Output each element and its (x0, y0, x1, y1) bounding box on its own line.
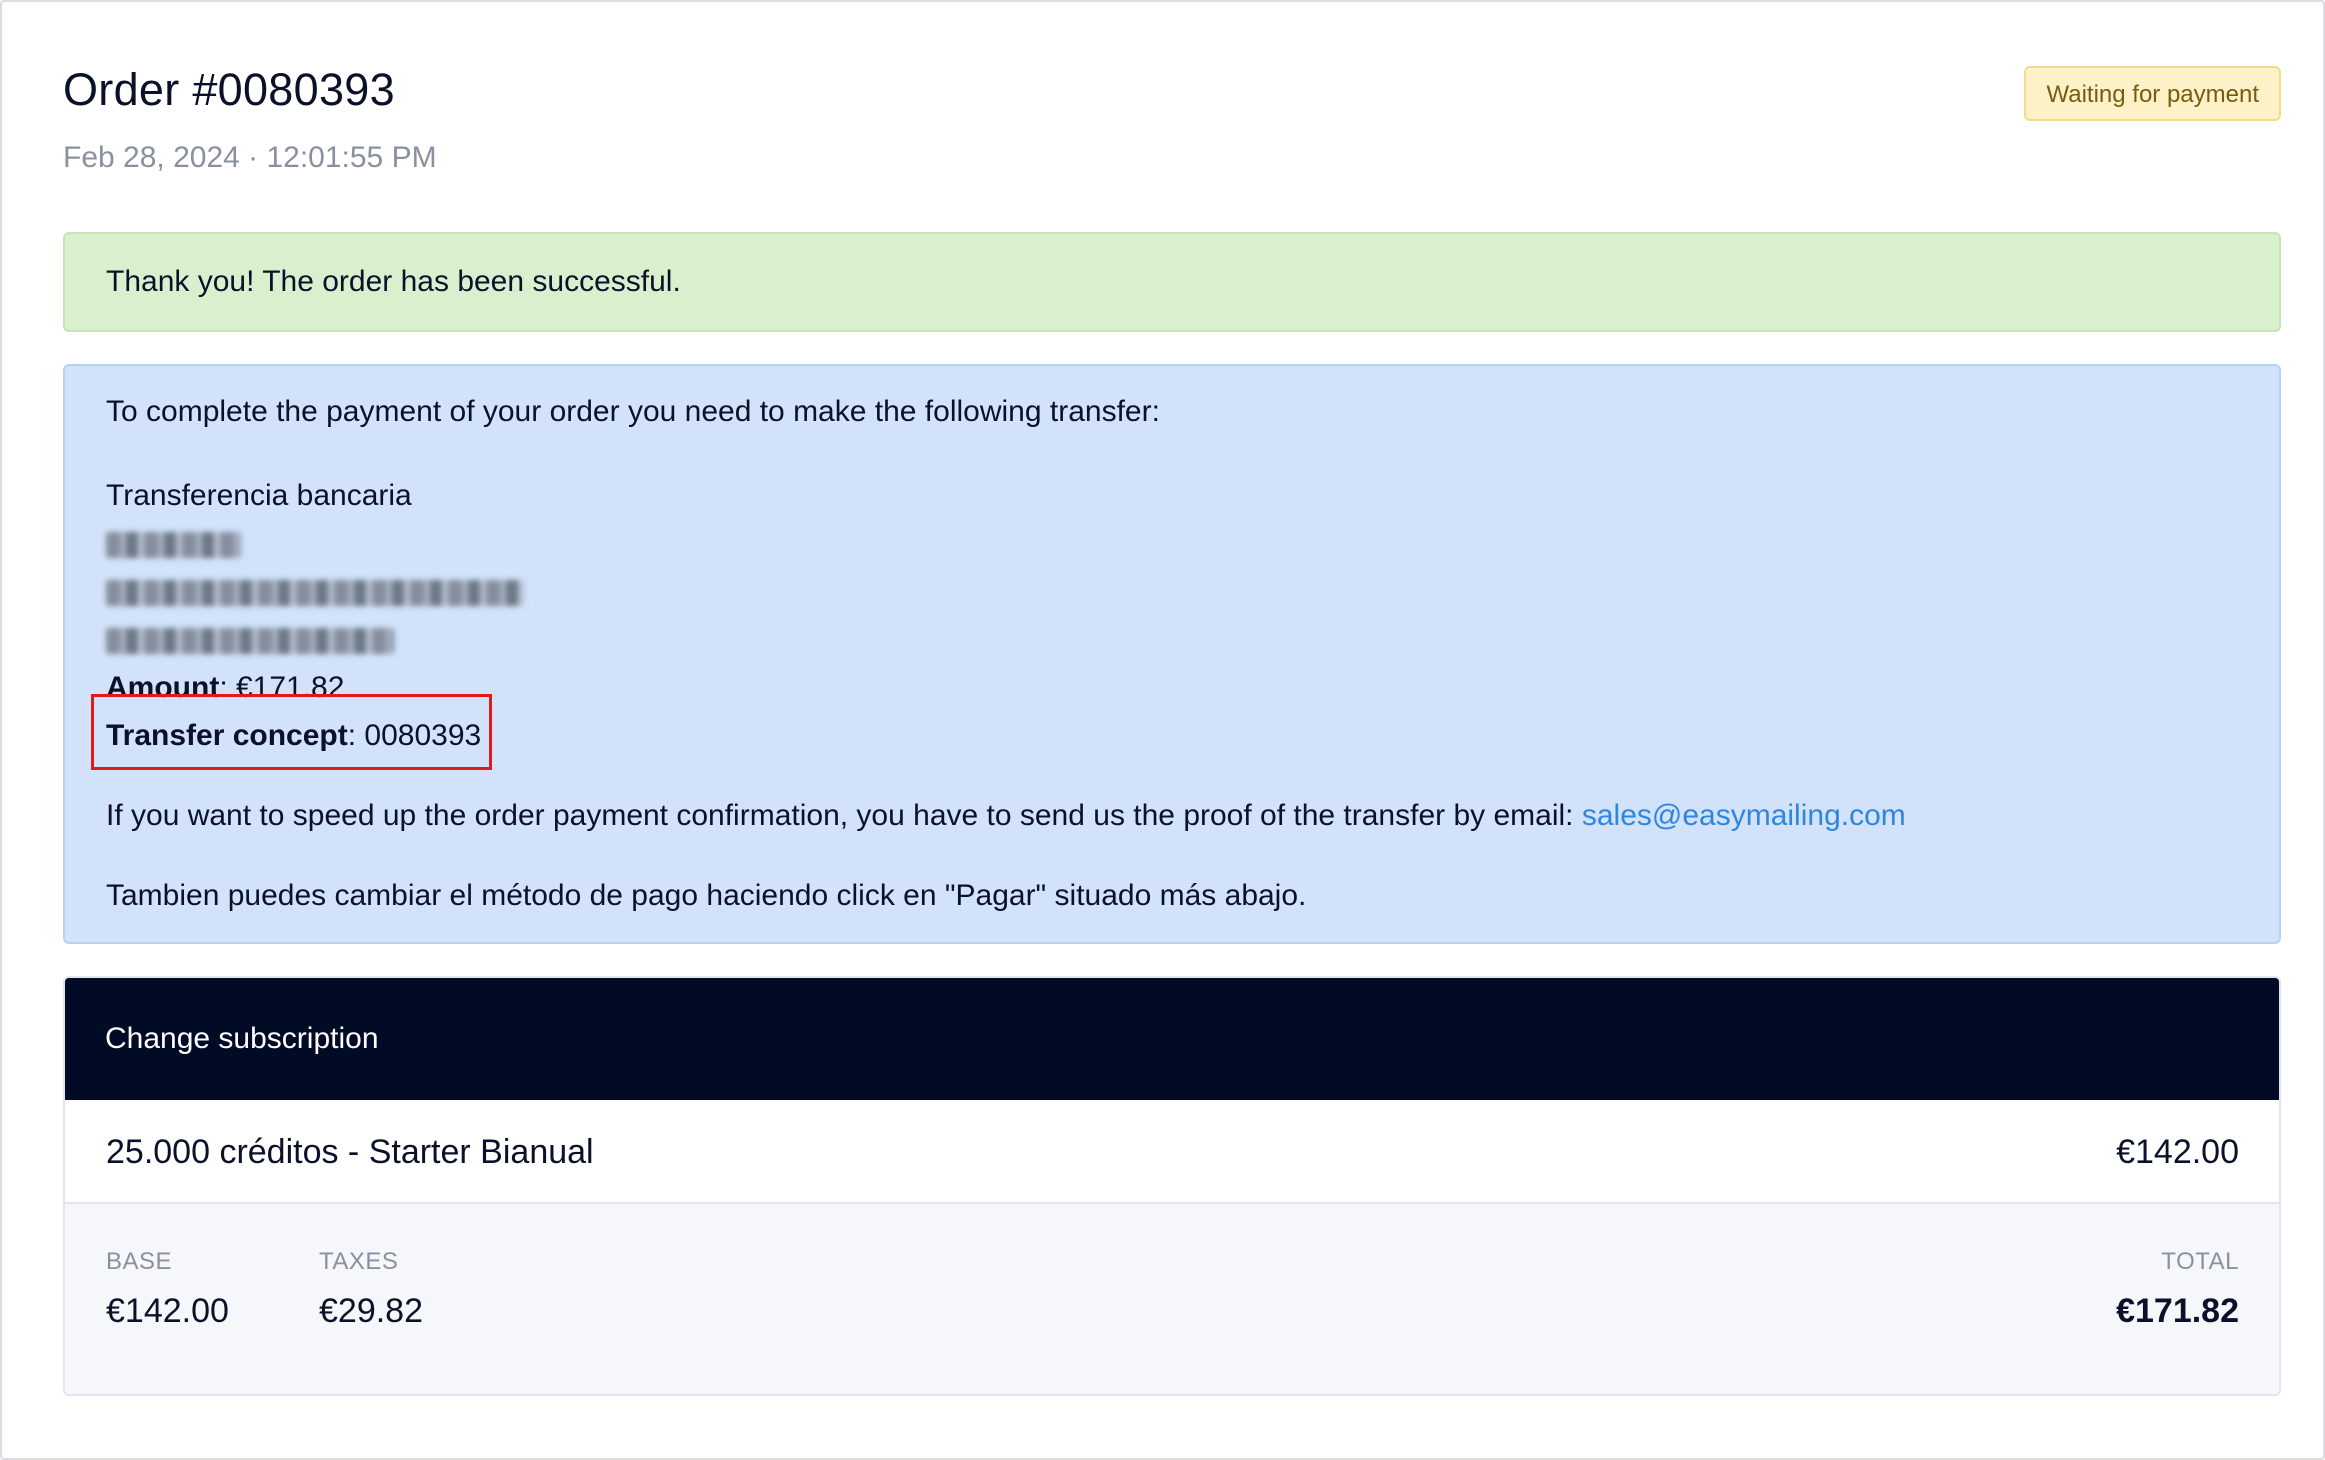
payment-intro-text: To complete the payment of your order yo… (106, 395, 1160, 428)
transfer-concept-highlight-box (91, 694, 492, 770)
blurred-bank-name (106, 532, 241, 558)
taxes-value: €29.82 (319, 1292, 423, 1330)
status-badge: Waiting for payment (2024, 66, 2281, 121)
payment-method-name: Transferencia bancaria (106, 479, 412, 512)
blurred-swift (106, 628, 394, 654)
total-summary: TOTAL €171.82 (2116, 1248, 2239, 1331)
taxes-summary: TAXES €29.82 (319, 1248, 423, 1331)
blurred-iban (106, 580, 524, 606)
total-label: TOTAL (2161, 1248, 2239, 1275)
order-title: Order #0080393 (63, 64, 395, 115)
order-date: Feb 28, 2024 · 12:01:55 PM (63, 141, 437, 174)
base-label: BASE (106, 1248, 173, 1275)
total-value: €171.82 (2116, 1292, 2239, 1330)
order-header: Order #0080393 Feb 28, 2024 · 12:01:55 P… (63, 0, 2281, 232)
subscription-card: Change subscription 25.000 créditos - St… (63, 976, 2281, 1396)
base-value: €142.00 (106, 1292, 229, 1330)
subscription-line-item: 25.000 créditos - Starter Bianual €142.0… (65, 1100, 2279, 1204)
subscription-card-header: Change subscription (65, 978, 2279, 1100)
taxes-label: TAXES (319, 1248, 399, 1275)
speedup-message: If you want to speed up the order paymen… (106, 799, 1582, 832)
success-alert: Thank you! The order has been successful… (63, 232, 2281, 332)
order-totals: BASE €142.00 TAXES €29.82 TOTAL €171.82 (65, 1204, 2279, 1394)
sales-email-link[interactable]: sales@easymailing.com (1582, 799, 1906, 832)
change-method-text: Tambien puedes cambiar el método de pago… (106, 879, 1307, 912)
product-name: 25.000 créditos - Starter Bianual (106, 1133, 594, 1171)
payment-instructions-alert: To complete the payment of your order yo… (63, 364, 2281, 944)
product-price: €142.00 (2116, 1133, 2239, 1171)
speedup-text: If you want to speed up the order paymen… (106, 799, 1906, 833)
base-summary: BASE €142.00 (106, 1248, 229, 1331)
order-page: Order #0080393 Feb 28, 2024 · 12:01:55 P… (63, 0, 2281, 1396)
